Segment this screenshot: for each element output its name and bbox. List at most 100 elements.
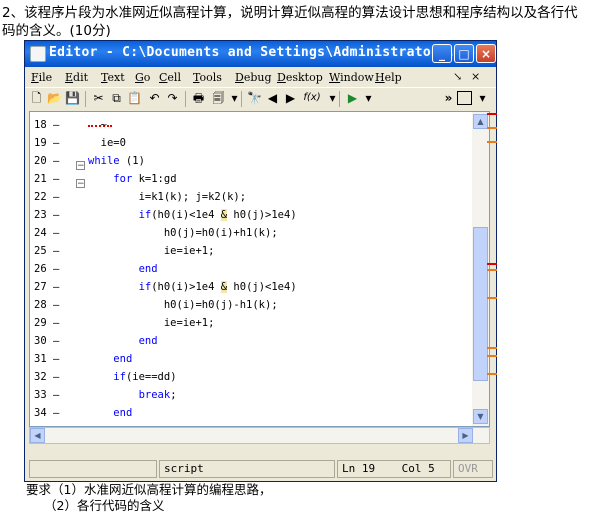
code-line: end	[113, 407, 133, 419]
horizontal-scrollbar[interactable]: ◀ ▶	[29, 427, 490, 444]
code-line: ie=ie+1;	[88, 317, 215, 329]
line-number: 22 –	[34, 191, 60, 203]
line-number: 20 –	[34, 155, 60, 167]
menu-go[interactable]: Go	[135, 71, 150, 84]
menu-desktop[interactable]: Desktop	[277, 71, 323, 84]
save-icon[interactable]: 💾	[65, 91, 80, 105]
status-position: Ln 19 Col 5	[337, 460, 451, 478]
back-icon[interactable]: ◀	[265, 91, 280, 105]
maximize-button[interactable]: □	[454, 44, 474, 63]
code-area[interactable]: ~ ie=0 while (1) for k=1:gd i=k1(k); j=k…	[88, 112, 471, 426]
analyzer-warning-mark[interactable]	[487, 355, 497, 357]
toolbar-overflow-icon[interactable]: »	[441, 91, 456, 105]
cut-icon[interactable]: ✂	[91, 91, 106, 105]
code-line: while (1)	[88, 155, 145, 167]
code-line: h0(j)=h0(i)+h1(k);	[88, 227, 278, 239]
status-blank-pane	[29, 460, 157, 478]
run-icon[interactable]: ▶	[345, 91, 360, 105]
chevron-down-icon[interactable]: ▾	[361, 91, 376, 105]
code-line: ~	[88, 119, 107, 131]
line-number: 18 –	[34, 119, 60, 131]
requirement-1: 要求（1）水准网近似高程计算的编程思路，	[26, 482, 272, 497]
editor-app-icon	[30, 46, 46, 62]
menu-help[interactable]: Help	[375, 71, 402, 84]
toolbar-separator	[85, 91, 86, 107]
status-mode: script	[159, 460, 335, 478]
editor-window: Editor - C:\Documents and Settings\Admin…	[24, 40, 497, 482]
line-number: 32 –	[34, 371, 60, 383]
chevron-down-icon[interactable]: ▾	[227, 91, 242, 105]
ln-label: Ln	[342, 462, 356, 475]
window-title: Editor - C:\Documents and Settings\Admin…	[49, 45, 456, 60]
find-files-icon[interactable]: 🗐	[211, 91, 226, 105]
code-line: for k=1:gd	[113, 173, 177, 185]
requirements: 要求（1）水准网近似高程计算的编程思路， （2）各行代码的含义	[26, 482, 271, 514]
code-line: end	[113, 353, 133, 365]
line-number: 28 –	[34, 299, 60, 311]
menu-edit[interactable]: Edit	[65, 71, 88, 84]
layout-square-icon[interactable]	[457, 91, 472, 105]
toolbar-separator	[185, 91, 186, 107]
code-editor[interactable]: 18 – 19 – 20 – 21 – 22 – 23 – 24 – 25 – …	[29, 111, 490, 427]
code-analyzer-marks	[485, 111, 499, 427]
line-number: 33 –	[34, 389, 60, 401]
minimize-button[interactable]: _	[432, 44, 452, 63]
chevron-down-icon[interactable]: ▾	[475, 91, 490, 105]
toolbar-separator	[241, 91, 242, 107]
line-number: 23 –	[34, 209, 60, 221]
code-line: if(h0(i)>1e4 & h0(j)<1e4)	[138, 281, 297, 293]
menu-bar: File Edit Text Go Cell Tools Debug Deskt…	[25, 67, 496, 87]
code-line: end	[138, 335, 158, 347]
menu-file[interactable]: File	[31, 71, 52, 84]
fold-toggle-icon[interactable]: −	[76, 161, 85, 171]
scroll-left-icon[interactable]: ◀	[30, 428, 45, 443]
code-line: if(ie==dd)	[113, 371, 177, 383]
chevron-down-icon[interactable]: ▾	[325, 91, 340, 105]
line-number: 19 –	[34, 137, 60, 149]
analyzer-warning-mark[interactable]	[487, 269, 497, 271]
open-folder-icon[interactable]: 📂	[47, 91, 62, 105]
code-line: h0(i)=h0(j)-h1(k);	[88, 299, 278, 311]
status-bar: script Ln 19 Col 5 OVR	[25, 457, 496, 481]
menu-close-icon[interactable]: ×	[471, 70, 480, 83]
menu-cell[interactable]: Cell	[159, 71, 181, 84]
analyzer-status-mark[interactable]	[487, 113, 497, 115]
analyzer-warning-mark[interactable]	[487, 127, 497, 129]
line-number: 34 –	[34, 407, 60, 419]
menu-text[interactable]: Text	[101, 71, 125, 84]
undo-icon[interactable]: ↶	[147, 91, 162, 105]
code-line: if(h0(i)<1e4 & h0(j)>1e4)	[138, 209, 297, 221]
function-icon[interactable]: f(x)	[301, 91, 323, 105]
line-number: 31 –	[34, 353, 60, 365]
menu-debug[interactable]: Debug	[235, 71, 272, 84]
paste-icon[interactable]: 📋	[127, 91, 142, 105]
analyzer-warning-mark[interactable]	[487, 347, 497, 349]
dock-icon[interactable]: ↘	[453, 70, 462, 83]
analyzer-error-mark[interactable]	[487, 263, 497, 265]
forward-icon[interactable]: ▶	[283, 91, 298, 105]
line-number: 26 –	[34, 263, 60, 275]
binoculars-icon[interactable]: 🔭	[247, 91, 262, 105]
code-line: i=k1(k); j=k2(k);	[88, 191, 247, 203]
print-icon[interactable]: 🖶	[191, 91, 206, 105]
toolbar: 🗋 📂 💾 ✂ ⧉ 📋 ↶ ↷ 🖶 🗐 ▾ 🔭 ◀ ▶ f(x) ▾ ▶ ▾ »…	[25, 87, 496, 110]
new-file-icon[interactable]: 🗋	[29, 91, 44, 105]
requirement-2: （2）各行代码的含义	[44, 498, 165, 513]
redo-icon[interactable]: ↷	[165, 91, 180, 105]
code-line: break;	[138, 389, 177, 401]
close-button[interactable]: ×	[476, 44, 496, 63]
analyzer-warning-mark[interactable]	[487, 373, 497, 375]
analyzer-warning-mark[interactable]	[487, 297, 497, 299]
scroll-right-icon[interactable]: ▶	[458, 428, 473, 443]
question-text: 2、该程序片段为水准网近似高程计算，说明计算近似高程的算法设计思想和程序结构以及…	[2, 5, 578, 39]
analyzer-warning-mark[interactable]	[487, 141, 497, 143]
copy-icon[interactable]: ⧉	[109, 91, 124, 105]
line-number: 21 –	[34, 173, 60, 185]
title-bar[interactable]: Editor - C:\Documents and Settings\Admin…	[25, 41, 496, 67]
toolbar-separator	[339, 91, 340, 107]
menu-tools[interactable]: Tools	[193, 71, 222, 84]
status-ovr: OVR	[453, 460, 493, 478]
line-number: 25 –	[34, 245, 60, 257]
fold-toggle-icon[interactable]: −	[76, 179, 85, 189]
menu-window[interactable]: Window	[329, 71, 374, 84]
